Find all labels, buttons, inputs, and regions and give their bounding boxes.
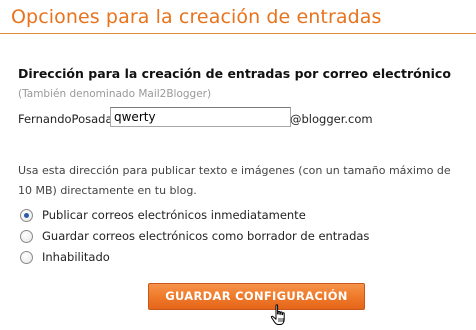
radio-button[interactable] [20, 250, 33, 264]
radio-button[interactable] [20, 229, 33, 243]
option-save-as-draft[interactable]: Guardar correos electrónicos como borrad… [20, 227, 369, 245]
section-heading: Dirección para la creación de entradas p… [18, 66, 451, 81]
option-label: Guardar correos electrónicos como borrad… [42, 229, 370, 243]
page-title: Opciones para la creación de entradas [11, 6, 382, 28]
title-divider [0, 33, 476, 34]
option-disabled[interactable]: Inhabilitado [20, 248, 110, 266]
radio-button-selected[interactable] [20, 208, 33, 222]
save-settings-button[interactable]: GUARDAR CONFIGURACIÓN [148, 283, 365, 310]
email-address-row: FernandoPosada. @blogger.com [18, 107, 458, 129]
option-publish-immediately[interactable]: Publicar correos electrónicos inmediatam… [20, 206, 306, 224]
section-subheading: (También denominado Mail2Blogger) [18, 88, 212, 100]
description-text: Usa esta dirección para publicar texto e… [18, 164, 451, 197]
hand-pointer-icon [270, 304, 285, 325]
email-prefix: FernandoPosada. [18, 112, 117, 126]
option-label: Publicar correos electrónicos inmediatam… [42, 208, 306, 222]
email-domain-suffix: @blogger.com [290, 112, 373, 126]
email-secret-word-input[interactable] [110, 107, 291, 127]
option-label: Inhabilitado [42, 250, 110, 264]
